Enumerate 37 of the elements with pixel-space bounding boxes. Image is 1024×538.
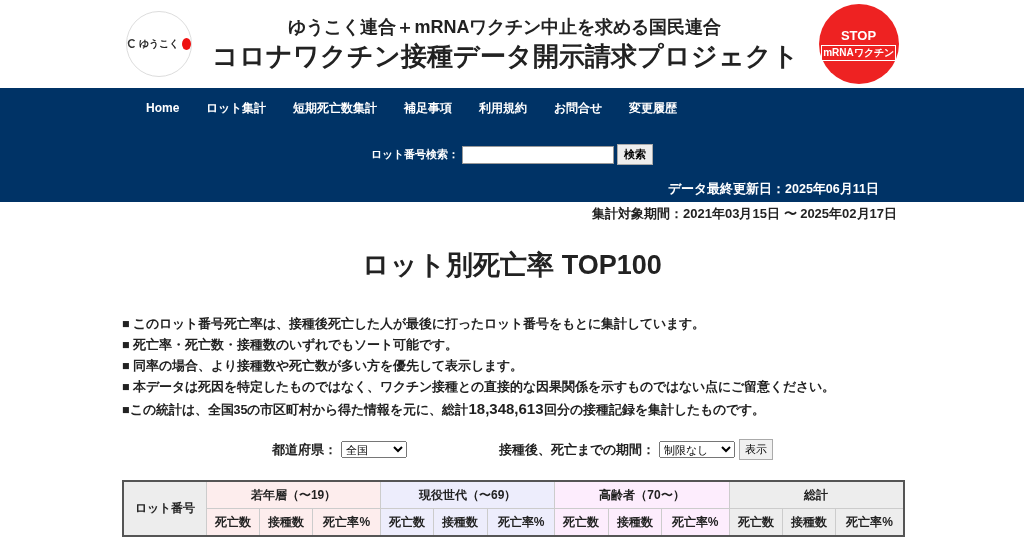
column-header[interactable]: 死亡率% xyxy=(312,508,381,536)
aggregation-period: 集計対象期間：2021年03月15日 〜 2025年02月17日 xyxy=(591,205,898,223)
note-line: ■ このロット番号死亡率は、接種後死亡した人が最後に打ったロット番号をもとに集計しています。 xyxy=(122,316,707,333)
period-label: 接種後、死亡までの期間： xyxy=(498,440,655,459)
nav-link[interactable]: 変更履歴 xyxy=(629,99,678,117)
note-line: ■ 本データは死因を特定したものではなく、ワクチン接種との直接的な因果関係を示すものではない点にご留意ください。 xyxy=(122,379,837,396)
note-line: ■ 同率の場合、より接種数や死亡数が多い方を優先して表示します。 xyxy=(122,358,525,375)
nav-link[interactable]: Home xyxy=(146,101,180,115)
logo-text: ゆうこく xyxy=(138,37,179,51)
search-label: ロット番号検索： xyxy=(371,147,459,162)
prefecture-label: 都道府県： xyxy=(271,440,337,459)
search-button[interactable]: 検索 xyxy=(617,144,653,165)
column-header[interactable]: 死亡率% xyxy=(661,508,729,536)
group-header: 総計 xyxy=(729,481,904,509)
nav-link[interactable]: 利用規約 xyxy=(479,99,528,117)
nav-link[interactable]: 補足事項 xyxy=(404,99,453,117)
badge-label: mRNAワクチン xyxy=(821,44,896,61)
lot-search-field[interactable] xyxy=(462,145,614,164)
group-header: 若年層（〜19） xyxy=(206,481,381,509)
period-select[interactable]: 制限なし xyxy=(658,441,735,458)
stop-text: STOP xyxy=(840,27,877,43)
group-header: 高齢者（70〜） xyxy=(554,481,729,509)
site-subtitle: ゆうこく連合＋mRNAワクチン中止を求める国民連合 xyxy=(288,15,722,39)
last-updated: データ最終更新日：2025年06月11日 xyxy=(667,181,880,198)
site-title: コロナワクチン接種データ開示請求プロジェクト xyxy=(211,39,799,73)
column-header[interactable]: 死亡率% xyxy=(835,508,904,536)
column-header: ロット番号 xyxy=(123,481,207,536)
show-button[interactable]: 表示 xyxy=(738,439,773,460)
note-line: ■ 死亡率・死亡数・接種数のいずれでもソート可能です。 xyxy=(122,337,460,354)
page-title: ロット別死亡率 TOP100 xyxy=(361,249,663,282)
column-header[interactable]: 死亡率% xyxy=(487,508,555,536)
nav-link[interactable]: 短期死亡数集計 xyxy=(293,99,378,117)
nav-link[interactable]: ロット集計 xyxy=(206,99,267,117)
prefecture-select[interactable]: 全国 xyxy=(340,441,407,458)
note-line: ■この統計は、全国35の市区町村から得た情報を元に、総計18,348,613回分の接種記録を集計したものです。 xyxy=(122,400,766,419)
group-header: 現役世代（〜69） xyxy=(380,481,555,509)
nav-link[interactable]: お問合せ xyxy=(554,99,603,117)
